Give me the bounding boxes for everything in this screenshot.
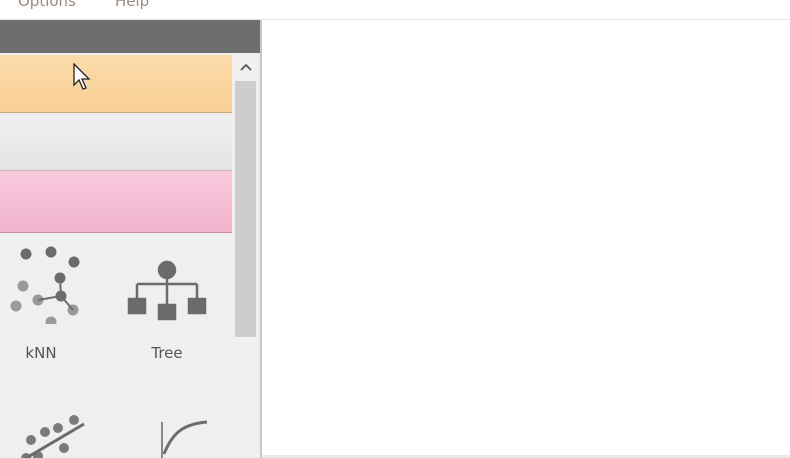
tree-icon — [127, 260, 207, 321]
widget-knn[interactable]: kNN — [0, 244, 96, 362]
widget-label-tree: Tree — [151, 344, 183, 362]
app-window: Options Help kNN Tree — [0, 0, 790, 458]
dock-title-bar[interactable] — [0, 20, 260, 53]
scroll-thumb[interactable] — [235, 81, 256, 337]
category-header-gray[interactable] — [0, 114, 232, 170]
widget-tree[interactable]: Tree — [112, 244, 222, 362]
scroll-up-arrow-icon[interactable] — [233, 55, 258, 79]
category-header-pink[interactable] — [0, 170, 232, 233]
widget-linear-regression[interactable] — [0, 414, 96, 458]
widget-label-knn: kNN — [25, 344, 57, 362]
menu-bar: Options Help — [0, 0, 790, 20]
knn-icon — [10, 246, 80, 324]
widget-dock: kNN Tree — [0, 20, 262, 458]
menu-help[interactable]: Help — [115, 0, 149, 10]
menu-options[interactable]: Options — [18, 0, 76, 10]
category-header-orange[interactable] — [0, 55, 232, 113]
widget-scrollbar[interactable] — [233, 55, 258, 458]
widget-logistic-regression[interactable] — [112, 414, 222, 458]
workflow-canvas[interactable] — [262, 20, 790, 458]
mouse-cursor-icon — [73, 62, 93, 95]
logistic-regression-icon — [161, 420, 208, 458]
linear-regression-icon — [21, 415, 85, 458]
widget-grid: kNN Tree — [0, 234, 232, 458]
